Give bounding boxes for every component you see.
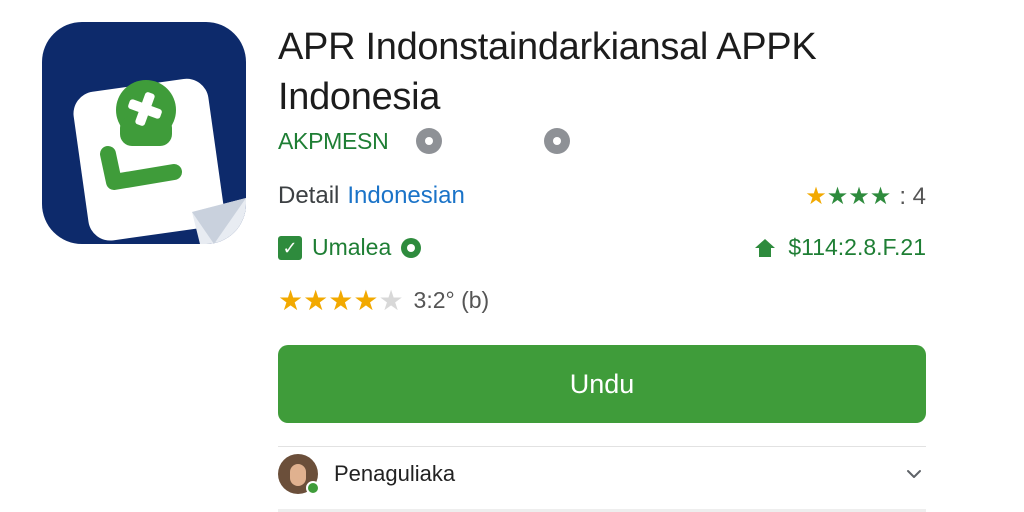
top-rating: ★★★★ : 4 xyxy=(805,182,926,211)
avatar-face xyxy=(290,464,306,486)
rating-stars: ★★★★★ xyxy=(278,284,404,317)
reviewer-name: Penaguliaka xyxy=(334,461,456,486)
home-icon xyxy=(755,238,776,257)
rating-score: 3:2° (b) xyxy=(413,287,490,313)
top-rating-stars: ★★★★ xyxy=(805,182,891,211)
status-row: ✓ Umalea xyxy=(278,234,422,261)
status-label: Umalea xyxy=(312,234,392,260)
online-badge-icon xyxy=(306,481,320,495)
detail-language-link[interactable]: Indonesian xyxy=(347,182,464,209)
chevron-down-icon[interactable] xyxy=(904,464,924,484)
avatar xyxy=(278,454,320,495)
developer-name[interactable]: AKPMESN xyxy=(278,128,389,155)
app-title-line-2: Indonesia xyxy=(278,76,441,118)
app-logo-icon xyxy=(42,22,246,244)
app-title: APR Indonstaindarkiansal APPK Indonesia xyxy=(278,22,938,122)
share-icon[interactable] xyxy=(544,128,570,154)
star-empty-icon: ★ xyxy=(378,285,404,316)
star-icon: ★ xyxy=(303,285,329,316)
price-row: $114:2.8.F.21 xyxy=(754,234,926,261)
divider xyxy=(278,446,926,447)
top-rating-value: : 4 xyxy=(899,182,926,210)
star-icon: ★ xyxy=(353,285,379,316)
rating-row: ★★★★★ 3:2° (b) xyxy=(278,284,489,317)
detail-label: Detail xyxy=(278,182,340,209)
star-icon: ★ xyxy=(805,183,827,210)
app-title-line-1: APR Indonstaindarkiansal APPK xyxy=(278,26,817,68)
price-text: $114:2.8.F.21 xyxy=(788,234,926,260)
star-icon: ★ xyxy=(848,183,870,210)
developer-row: AKPMESN xyxy=(278,126,570,156)
reviewer-row[interactable]: Penaguliaka xyxy=(278,452,926,496)
star-icon: ★ xyxy=(328,285,354,316)
info-icon[interactable] xyxy=(416,128,442,154)
verified-icon xyxy=(401,237,422,258)
download-button[interactable]: Undu xyxy=(278,345,926,423)
star-icon: ★ xyxy=(826,183,849,210)
detail-row: Detail Indonesian xyxy=(278,182,465,210)
star-icon: ★ xyxy=(278,285,304,316)
checkbox-checked-icon[interactable]: ✓ xyxy=(278,235,302,260)
star-icon: ★ xyxy=(869,183,892,210)
